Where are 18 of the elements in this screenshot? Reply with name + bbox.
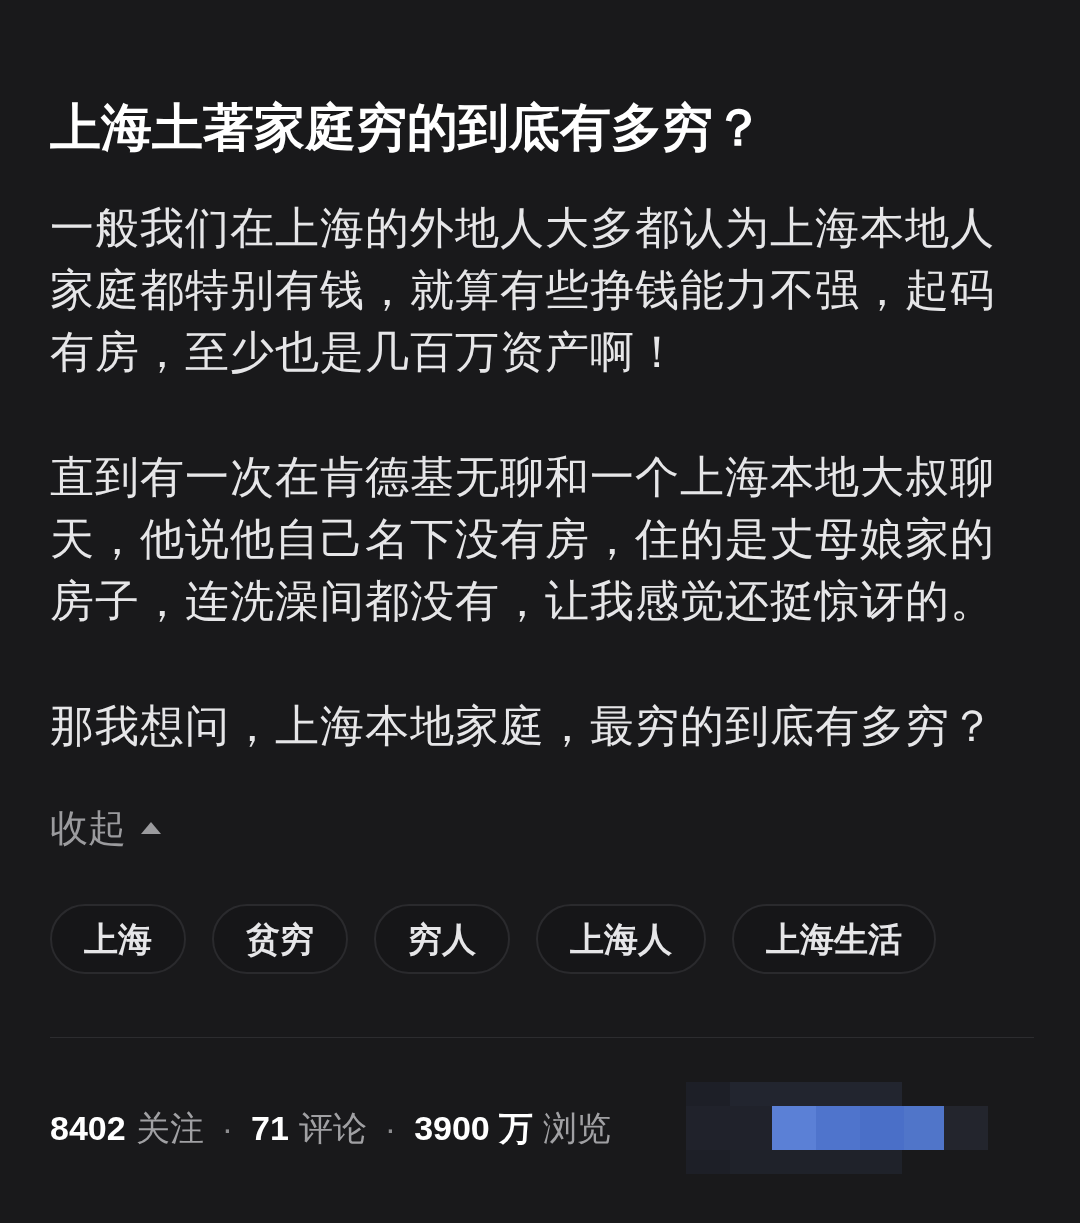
question-title: 上海土著家庭穷的到底有多穷？ — [50, 98, 765, 158]
stat-label: 评论 — [298, 1108, 367, 1149]
stat-number: 3900 万 — [414, 1108, 534, 1149]
topic-tag[interactable]: 上海 — [50, 904, 186, 974]
body-paragraph: 那我想问，上海本地家庭，最穷的到底有多穷？ — [50, 700, 996, 752]
topic-tag[interactable]: 贫穷 — [212, 904, 348, 974]
stat-number: 8402 — [50, 1108, 126, 1149]
stat-number: 71 — [250, 1108, 289, 1149]
body-paragraph: 直到有一次在肯德基无聊和一个上海本地大叔聊天，他说他自己名下没有房，住的是丈母娘家的房子，连洗澡间都没有，让我感觉还挺惊讶的。 — [50, 451, 996, 627]
separator-dot: · — [383, 1108, 398, 1149]
topic-tag[interactable]: 穷人 — [374, 904, 510, 974]
body-paragraph: 一般我们在上海的外地人大多都认为上海本地人家庭都特别有钱，就算有些挣钱能力不强，起码有房，至少也是几百万资产啊！ — [50, 202, 996, 378]
separator-dot: · — [220, 1108, 234, 1149]
topic-tag[interactable]: 上海生活 — [732, 904, 936, 974]
collapse-button[interactable]: 收起 — [50, 802, 162, 854]
stat-label: 浏览 — [543, 1108, 612, 1149]
stat-label: 关注 — [135, 1108, 204, 1149]
topic-tag[interactable]: 上海人 — [536, 904, 706, 974]
